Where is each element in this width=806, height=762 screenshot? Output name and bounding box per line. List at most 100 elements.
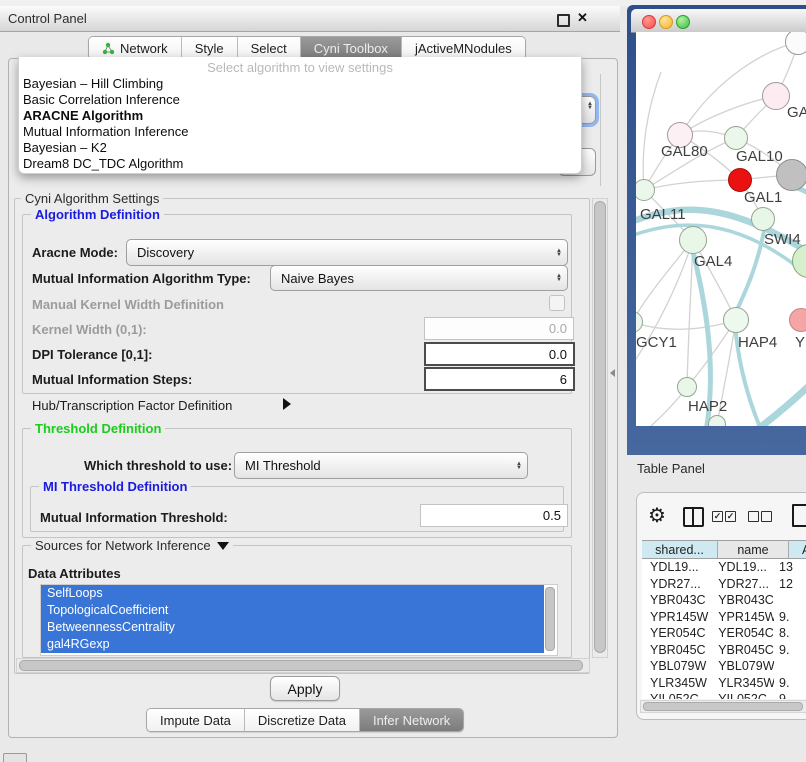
table-cell[interactable]: YDR27... bbox=[710, 576, 774, 593]
table-cell[interactable] bbox=[774, 592, 806, 609]
mi-steps-input[interactable]: 6 bbox=[424, 367, 575, 391]
algorithm-option[interactable]: Bayesian – K2 bbox=[23, 140, 573, 156]
table-cell[interactable]: YPR145W bbox=[642, 609, 710, 626]
manual-kernel-checkbox[interactable] bbox=[549, 295, 565, 311]
data-attribute-item[interactable]: gal4RGexp bbox=[41, 636, 544, 653]
tab-network[interactable]: Network bbox=[89, 37, 182, 59]
list-scrollbar[interactable] bbox=[545, 587, 555, 651]
apply-button[interactable]: Apply bbox=[270, 676, 340, 701]
settings-horizontal-scrollbar[interactable] bbox=[16, 658, 590, 673]
network-node[interactable] bbox=[723, 307, 749, 333]
close-traffic-light[interactable] bbox=[642, 15, 656, 29]
algorithm-option[interactable]: Mutual Information Inference bbox=[23, 124, 573, 140]
column-header-partial[interactable]: A bbox=[789, 540, 806, 559]
network-node[interactable] bbox=[789, 308, 806, 332]
splitter-collapse-arrow[interactable] bbox=[610, 369, 615, 377]
kernel-width-input[interactable]: 0.0 bbox=[424, 317, 574, 340]
minimize-traffic-light[interactable] bbox=[659, 15, 673, 29]
network-node[interactable] bbox=[724, 126, 748, 150]
network-node[interactable] bbox=[636, 311, 643, 333]
table-cell[interactable]: YDL19... bbox=[642, 559, 710, 576]
settings-vertical-scrollbar[interactable] bbox=[592, 198, 608, 658]
table-row[interactable]: YBR045CYBR045C9. bbox=[642, 642, 806, 659]
network-node[interactable] bbox=[677, 377, 697, 397]
columns-icon[interactable] bbox=[683, 507, 704, 527]
scrollbar-thumb[interactable] bbox=[19, 660, 583, 671]
table-cell[interactable]: YIL052C bbox=[642, 691, 710, 699]
table-row[interactable]: YPR145WYPR145W9. bbox=[642, 609, 806, 626]
scrollbar-thumb[interactable] bbox=[643, 702, 803, 711]
table-cell[interactable] bbox=[774, 658, 806, 675]
table-cell[interactable]: YBR045C bbox=[710, 642, 774, 659]
dpi-tolerance-input[interactable]: 0.0 bbox=[424, 342, 575, 366]
aracne-mode-combo[interactable]: Discovery ▲▼ bbox=[126, 239, 568, 266]
algorithm-option[interactable]: Bayesian – Hill Climbing bbox=[23, 76, 573, 92]
table-cell[interactable]: YLR345W bbox=[710, 675, 774, 692]
which-threshold-combo[interactable]: MI Threshold ▲▼ bbox=[234, 452, 528, 479]
table-row[interactable]: YBL079WYBL079W bbox=[642, 658, 806, 675]
table-cell[interactable]: YDL19... bbox=[710, 559, 774, 576]
data-attribute-item[interactable]: BetweennessCentrality bbox=[41, 619, 544, 636]
mi-type-combo[interactable]: Naive Bayes ▲▼ bbox=[270, 265, 568, 291]
page-icon[interactable] bbox=[792, 504, 806, 527]
mi-threshold-input[interactable]: 0.5 bbox=[420, 504, 568, 527]
table-cell[interactable]: YBL079W bbox=[642, 658, 710, 675]
data-attribute-item[interactable]: SelfLoops bbox=[41, 585, 544, 602]
network-window-titlebar[interactable] bbox=[631, 9, 806, 33]
table-row[interactable]: YER054CYER054C8. bbox=[642, 625, 806, 642]
network-node[interactable] bbox=[792, 244, 806, 278]
unchecked-checkbox-icon[interactable] bbox=[748, 511, 759, 522]
table-cell[interactable]: 13 bbox=[774, 559, 806, 576]
tab-jactivemnodules[interactable]: jActiveMNodules bbox=[402, 37, 525, 59]
sources-title[interactable]: Sources for Network Inference bbox=[31, 538, 233, 553]
table-cell[interactable]: YER054C bbox=[642, 625, 710, 642]
table-row[interactable]: YIL052CYIL052C9 bbox=[642, 691, 806, 699]
table-horizontal-scrollbar[interactable] bbox=[640, 700, 806, 713]
node-table[interactable]: YDL19...YDL19...13YDR27...YDR27...12YBR0… bbox=[642, 559, 806, 699]
network-node[interactable] bbox=[776, 159, 806, 191]
float-window-icon[interactable] bbox=[557, 14, 570, 27]
tab-style[interactable]: Style bbox=[182, 37, 238, 59]
network-node[interactable] bbox=[708, 415, 726, 426]
table-cell[interactable]: YBR043C bbox=[642, 592, 710, 609]
unchecked-checkbox-icon[interactable] bbox=[761, 511, 772, 522]
scrollbar-thumb[interactable] bbox=[594, 201, 606, 653]
collapse-arrow-icon[interactable] bbox=[217, 542, 229, 550]
network-node[interactable] bbox=[679, 226, 707, 254]
data-attribute-item[interactable]: TopologicalCoefficient bbox=[41, 602, 544, 619]
table-cell[interactable]: 9. bbox=[774, 675, 806, 692]
panel-corner-button[interactable] bbox=[3, 753, 27, 762]
gear-icon[interactable]: ⚙ bbox=[648, 503, 666, 528]
network-node[interactable] bbox=[762, 82, 790, 110]
algorithm-option[interactable]: Dream8 DC_TDC Algorithm bbox=[23, 156, 573, 172]
table-cell[interactable]: YBL079W bbox=[710, 658, 774, 675]
table-cell[interactable]: 8. bbox=[774, 625, 806, 642]
table-cell[interactable]: 12 bbox=[774, 576, 806, 593]
tab-discretize-data[interactable]: Discretize Data bbox=[245, 709, 360, 731]
tab-impute-data[interactable]: Impute Data bbox=[147, 709, 245, 731]
close-icon[interactable]: ✕ bbox=[577, 10, 588, 26]
column-header-name[interactable]: name bbox=[718, 540, 789, 559]
table-cell[interactable]: YLR345W bbox=[642, 675, 710, 692]
network-node[interactable] bbox=[751, 207, 775, 231]
network-node[interactable] bbox=[785, 32, 806, 55]
tab-infer-network[interactable]: Infer Network bbox=[360, 709, 463, 731]
table-cell[interactable]: YER054C bbox=[710, 625, 774, 642]
table-cell[interactable]: YBR043C bbox=[710, 592, 774, 609]
table-row[interactable]: YDL19...YDL19...13 bbox=[642, 559, 806, 576]
table-row[interactable]: YLR345WYLR345W9. bbox=[642, 675, 806, 692]
hub-section-label[interactable]: Hub/Transcription Factor Definition bbox=[32, 398, 232, 413]
checked-checkbox-icon[interactable]: ✓ bbox=[712, 511, 723, 522]
table-cell[interactable]: YPR145W bbox=[710, 609, 774, 626]
column-header-shared-name[interactable]: shared... bbox=[642, 540, 718, 559]
table-cell[interactable]: YDR27... bbox=[642, 576, 710, 593]
network-view-canvas[interactable]: GALGAL80GAL10GAL1GAL11SWI4GAL4GCY1HAP4YH… bbox=[636, 32, 806, 426]
table-row[interactable]: YBR043CYBR043C bbox=[642, 592, 806, 609]
checked-checkbox-icon[interactable]: ✓ bbox=[725, 511, 736, 522]
table-cell[interactable]: YBR045C bbox=[642, 642, 710, 659]
table-cell[interactable]: YIL052C bbox=[710, 691, 774, 699]
network-node[interactable] bbox=[636, 179, 655, 201]
table-cell[interactable]: 9 bbox=[774, 691, 806, 699]
table-cell[interactable]: 9. bbox=[774, 609, 806, 626]
algorithm-option[interactable]: Basic Correlation Inference bbox=[23, 92, 573, 108]
